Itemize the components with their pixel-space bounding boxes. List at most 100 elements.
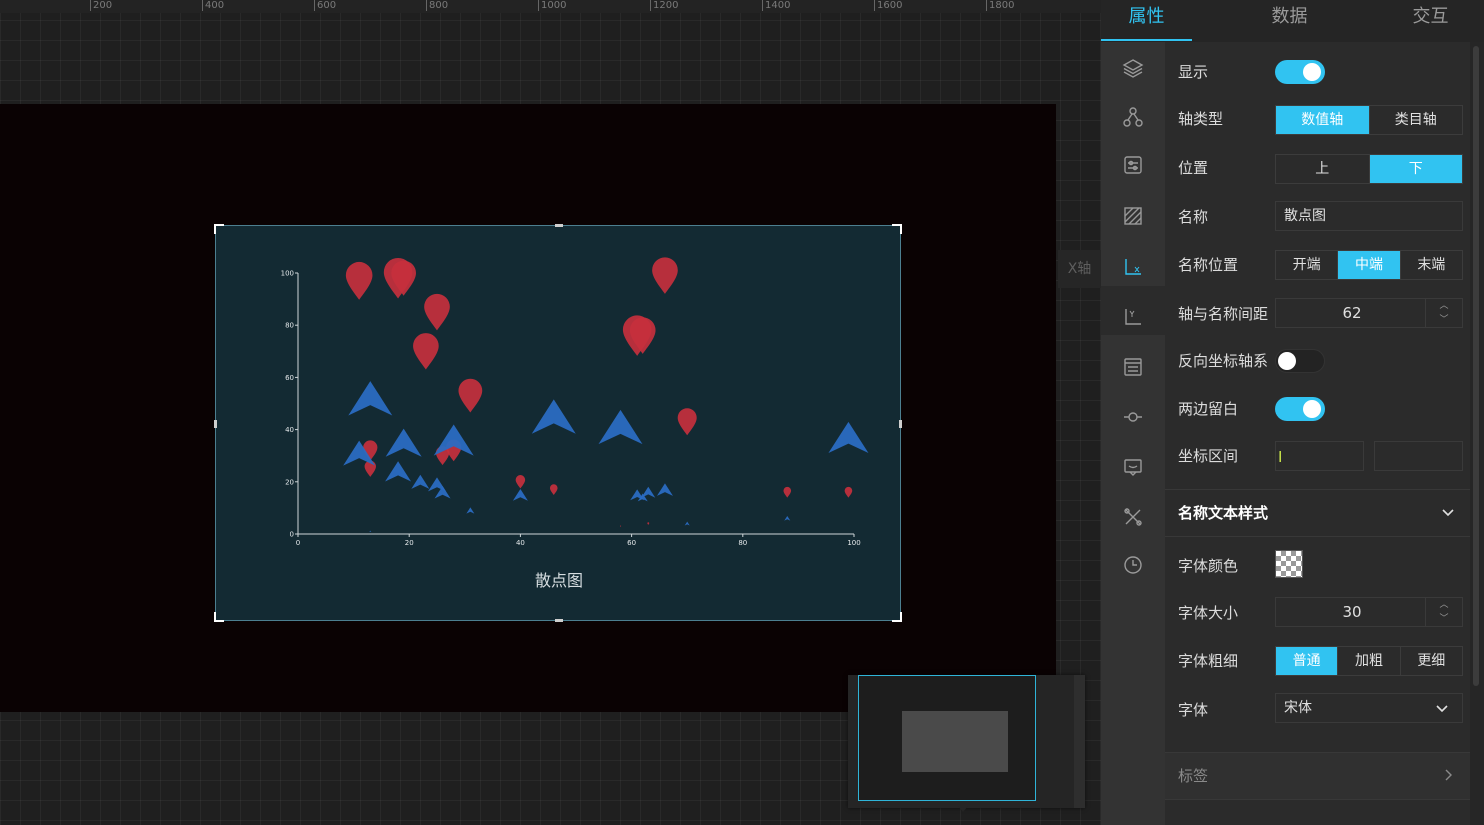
minimap-viewport[interactable]	[858, 675, 1036, 801]
resize-handle-top[interactable]	[555, 224, 563, 227]
active-tab-underline	[1101, 39, 1192, 41]
resize-corner-bl[interactable]	[214, 612, 224, 622]
tab-data[interactable]: 数据	[1244, 0, 1335, 42]
resize-corner-tl[interactable]	[214, 224, 224, 234]
nodes-icon[interactable]	[1119, 103, 1147, 131]
increment-icon[interactable]: ︿	[1426, 598, 1462, 612]
font-weight-label: 字体粗细	[1178, 652, 1239, 670]
chevron-down-icon	[1436, 705, 1448, 713]
name-gap-arrows: ︿ ﹀	[1425, 299, 1462, 327]
x-axis-title: 散点图	[534, 571, 583, 590]
pin-marker	[458, 378, 483, 413]
name-gap-label: 轴与名称间距	[1178, 305, 1269, 323]
font-weight-light-option[interactable]: 更细	[1401, 647, 1462, 675]
name-gap-stepper[interactable]: 62 ︿ ﹀	[1275, 298, 1463, 328]
position-top-option[interactable]: 上	[1276, 155, 1370, 183]
font-family-value: 宋体	[1284, 700, 1312, 716]
pin-marker	[844, 486, 853, 498]
font-size-stepper[interactable]: 30 ︿ ﹀	[1275, 597, 1463, 627]
pin-marker	[413, 333, 439, 370]
layers-icon[interactable]	[1119, 54, 1147, 82]
list-icon[interactable]	[1119, 353, 1147, 381]
axis-type-value-option[interactable]: 数值轴	[1276, 106, 1370, 134]
decrement-icon[interactable]: ﹀	[1426, 612, 1462, 626]
increment-icon[interactable]: ︿	[1426, 299, 1462, 313]
axis-type-category-option[interactable]: 类目轴	[1370, 106, 1463, 134]
font-color-swatch[interactable]	[1275, 550, 1303, 578]
x-axis-icon[interactable]	[1119, 253, 1147, 281]
decrement-icon[interactable]: ﹀	[1426, 313, 1462, 327]
font-size-label: 字体大小	[1178, 604, 1239, 622]
hatch-icon[interactable]	[1119, 202, 1147, 230]
arrow-marker	[411, 474, 430, 489]
arrow-marker	[369, 530, 372, 533]
name-position-label: 名称位置	[1178, 256, 1239, 274]
font-weight-bold-option[interactable]: 加粗	[1338, 647, 1401, 675]
font-size-value[interactable]: 30	[1276, 598, 1428, 626]
ruler-label: 1800	[986, 0, 1014, 11]
y-axis-icon[interactable]	[1119, 303, 1147, 331]
tools-icon[interactable]	[1119, 503, 1147, 531]
name-position-start-option[interactable]: 开端	[1276, 251, 1339, 279]
y-tick-label: 0	[290, 531, 294, 539]
name-label: 名称	[1178, 208, 1209, 226]
x-tick-label: 0	[296, 539, 300, 547]
pin-marker	[345, 261, 373, 300]
x-tick-label: 80	[738, 539, 747, 547]
resize-handle-bottom[interactable]	[555, 619, 563, 622]
x-axis-floating-tab[interactable]: X轴	[1058, 250, 1101, 288]
node-line-icon[interactable]	[1119, 403, 1147, 431]
arrow-marker	[385, 428, 422, 457]
name-gap-value[interactable]: 62	[1276, 299, 1428, 327]
name-position-end-option[interactable]: 末端	[1401, 251, 1462, 279]
resize-handle-right[interactable]	[899, 420, 902, 428]
x-tick-label: 60	[627, 539, 636, 547]
resize-corner-br[interactable]	[892, 612, 902, 622]
name-input[interactable]: 散点图	[1275, 201, 1463, 231]
pin-marker	[424, 293, 450, 331]
arrow-marker	[348, 381, 393, 416]
canvas-workspace[interactable]: 200 400 600 800 1000 1200 1400 1600 1800 0 20 40 60…	[0, 0, 1101, 825]
font-weight-normal-option[interactable]: 普通	[1276, 647, 1339, 675]
resize-corner-tr[interactable]	[892, 224, 902, 234]
clock-icon[interactable]	[1119, 551, 1147, 579]
show-toggle[interactable]	[1275, 60, 1325, 84]
arrow-marker	[385, 461, 412, 482]
name-position-middle-option[interactable]: 中端	[1338, 251, 1401, 279]
ruler-label: 1400	[762, 0, 790, 11]
panel-scrollbar[interactable]	[1470, 42, 1484, 825]
ruler-label: 1600	[874, 0, 902, 11]
resize-handle-left[interactable]	[214, 420, 217, 428]
panel-scrollbar-thumb[interactable]	[1473, 46, 1479, 686]
ruler-label: 1200	[650, 0, 678, 11]
minimap[interactable]	[848, 675, 1085, 812]
section-title: 标签	[1178, 767, 1209, 785]
top-ruler: 200 400 600 800 1000 1200 1400 1600 1800	[0, 0, 1101, 13]
comment-icon[interactable]	[1119, 453, 1147, 481]
toggle-knob	[1278, 352, 1296, 370]
tab-properties[interactable]: 属性	[1101, 0, 1192, 42]
y-tick-label: 100	[281, 270, 294, 278]
text-cursor-icon: I	[1278, 448, 1283, 466]
minimap-scrollbar[interactable]	[1074, 675, 1085, 808]
x-tick-label: 40	[516, 539, 525, 547]
name-position-segment: 开端 中端 末端	[1275, 250, 1463, 280]
range-max-input[interactable]	[1374, 441, 1463, 471]
name-text-style-section[interactable]: 名称文本样式	[1165, 489, 1470, 537]
arrow-marker	[434, 486, 451, 499]
inverse-toggle[interactable]	[1275, 349, 1325, 373]
tab-interaction[interactable]: 交互	[1385, 0, 1476, 42]
position-bottom-option[interactable]: 下	[1369, 155, 1462, 183]
settings-icon-rail	[1101, 42, 1165, 825]
pin-marker	[783, 486, 792, 498]
ruler-label: 1000	[538, 0, 566, 11]
scatter-chart-widget[interactable]: 0 20 40 60 80 100 0 20 40 60 80 100 散点图	[214, 224, 902, 622]
x-tick-label: 100	[847, 539, 860, 547]
arrow-marker	[512, 489, 528, 501]
font-family-select[interactable]: 宋体	[1275, 693, 1463, 723]
labels-section[interactable]: 标签	[1165, 752, 1470, 800]
pin-marker	[647, 522, 650, 525]
settings-card-icon[interactable]	[1119, 151, 1147, 179]
boundary-gap-toggle[interactable]	[1275, 397, 1325, 421]
range-min-input[interactable]	[1275, 441, 1364, 471]
